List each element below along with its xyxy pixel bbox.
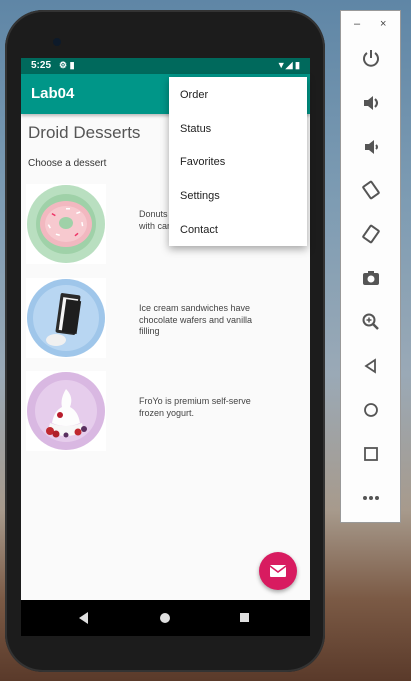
page-title: Droid Desserts — [28, 123, 141, 142]
menu-item-label: Settings — [180, 190, 220, 202]
power-icon[interactable] — [355, 44, 387, 72]
minimize-button[interactable]: – — [354, 18, 360, 30]
close-button[interactable]: × — [380, 18, 386, 30]
overflow-menu: Order Status Favorites Settings Contact — [169, 77, 307, 246]
froyo-image[interactable] — [26, 371, 106, 451]
menu-item-order[interactable]: Order — [169, 78, 307, 111]
ice-cream-sandwich-image[interactable] — [26, 278, 106, 358]
zoom-icon[interactable] — [355, 308, 387, 336]
dessert-item-ice-cream-sandwich[interactable]: Ice cream sandwiches have chocolate wafe… — [26, 278, 306, 360]
settings-notification-icon: ⚙ ▮ — [59, 60, 75, 70]
email-icon — [269, 565, 287, 577]
volume-down-icon[interactable] — [355, 133, 387, 161]
more-icon[interactable] — [355, 484, 387, 512]
menu-item-label: Order — [180, 89, 209, 101]
donut-image[interactable] — [26, 184, 106, 264]
nav-back-icon[interactable] — [79, 612, 88, 624]
menu-item-label: Contact — [180, 224, 218, 236]
back-icon[interactable] — [355, 352, 387, 380]
app-title: Lab04 — [31, 85, 75, 102]
status-time: 5:25 — [31, 60, 52, 71]
dessert-description: FroYo is premium self-serve frozen yogur… — [139, 396, 251, 418]
front-camera — [53, 38, 61, 46]
rotate-left-icon[interactable] — [355, 176, 387, 204]
menu-item-status[interactable]: Status — [169, 112, 307, 145]
volume-up-icon[interactable] — [355, 89, 387, 117]
menu-item-settings[interactable]: Settings — [169, 179, 307, 212]
menu-item-label: Favorites — [180, 156, 226, 168]
overview-icon[interactable] — [355, 440, 387, 468]
nav-home-icon[interactable] — [160, 613, 170, 623]
nav-recents-icon[interactable] — [240, 613, 249, 622]
fab-email-button[interactable] — [259, 552, 297, 590]
android-nav-bar — [21, 600, 310, 636]
menu-item-label: Status — [180, 123, 212, 135]
dessert-description: Ice cream sandwiches have chocolate wafe… — [139, 303, 253, 336]
page-subtitle: Choose a dessert — [28, 158, 107, 169]
status-bar: 5:25 ⚙ ▮ ▼◢ ▮ — [21, 58, 310, 74]
wifi-battery-icon: ▼◢ ▮ — [276, 60, 300, 70]
rotate-right-icon[interactable] — [355, 220, 387, 248]
menu-item-contact[interactable]: Contact — [169, 213, 307, 246]
camera-icon[interactable] — [355, 264, 387, 292]
home-icon[interactable] — [355, 396, 387, 424]
emulator-toolbar: – × — [340, 10, 401, 523]
menu-item-favorites[interactable]: Favorites — [169, 145, 307, 178]
dessert-item-froyo[interactable]: FroYo is premium self-serve frozen yogur… — [26, 371, 306, 453]
